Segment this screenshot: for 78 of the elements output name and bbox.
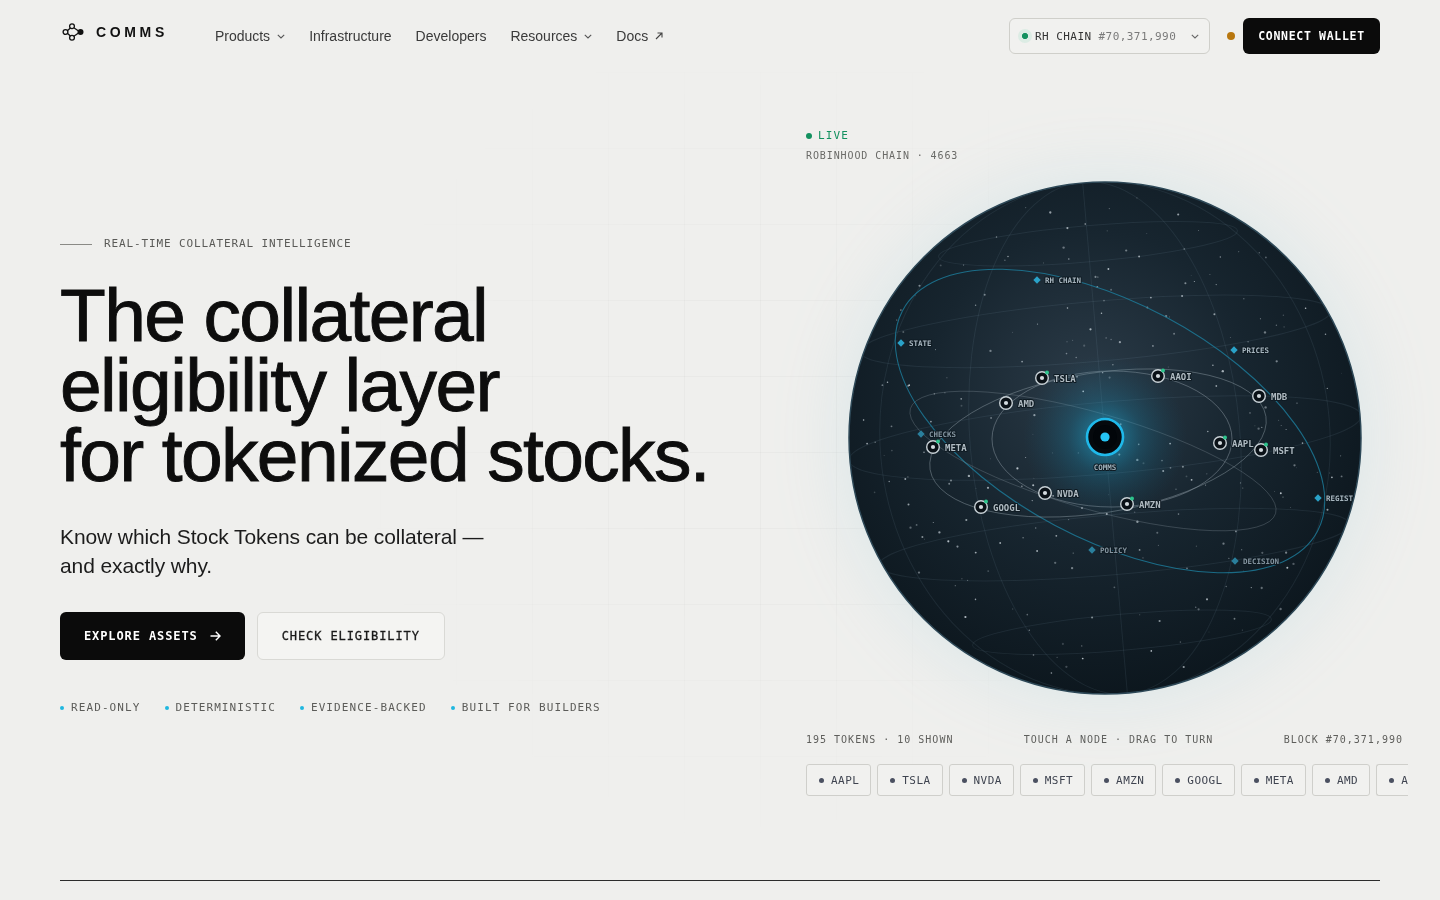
token-chip[interactable]: GOOGL [1162,764,1235,796]
feature-label: DETERMINISTIC [175,700,276,716]
nav-link[interactable]: Developers [415,27,487,45]
dot-icon [1104,777,1110,783]
nav-link[interactable]: Resources [510,27,593,45]
token-node[interactable]: META [926,439,967,454]
hero-heading: The collateral eligibility layer for tokenized stocks. [60,280,710,490]
token-count: 195 TOKENS · 10 SHOWN [806,734,954,746]
ring-icon [1151,369,1165,383]
status-label: LIVE [818,130,849,142]
feature-label: READ-ONLY [71,700,141,716]
ring-icon [1035,371,1049,385]
token-chip[interactable]: MSFT [1019,764,1086,796]
ring-icon [1038,486,1052,500]
ring-icon [1254,443,1268,457]
chevron-down-icon [277,33,286,39]
token-node[interactable]: NVDA [1038,486,1079,500]
dot-icon [1389,777,1395,783]
ring-icon [1120,497,1134,511]
feature-label: EVIDENCE-BACKED [310,700,427,716]
token-chip[interactable]: A [1376,764,1409,796]
diamond-icon [897,339,905,347]
diamond-icon [1230,346,1238,354]
secondary-button[interactable]: CHECK ELIGIBILITY [256,612,445,660]
token-node[interactable]: GOOGL [974,499,1021,514]
connect-wallet-button[interactable]: CONNECT WALLET [1243,18,1380,54]
hero-subtitle: Know which Stock Tokens can be collateral — and exactly why. [60,524,485,579]
token-chip[interactable]: META [1240,764,1306,796]
token-node[interactable]: TSLA [1035,370,1076,385]
dot-icon [890,777,896,783]
token-chip[interactable]: AMZN [1091,764,1157,796]
token-chip[interactable]: TSLA [877,764,943,796]
token-node[interactable]: MSFT [1254,442,1295,457]
dot-icon [1032,777,1038,783]
dot-icon [1253,777,1259,783]
token-chip[interactable]: AAPL [806,764,872,796]
bullet-dot-icon [299,706,304,710]
dot-icon [961,777,967,783]
token-node[interactable]: AAPL [1213,435,1254,450]
chain-selector[interactable]: RH CHAIN #70,371,990 [1009,18,1210,54]
diamond-icon [1314,494,1322,502]
diamond-icon [1033,276,1041,284]
arrow-up-right-icon [655,32,664,40]
ring-icon [1252,389,1266,403]
nav-link[interactable]: Docs [616,27,664,45]
diamond-icon [1231,557,1239,565]
logo-wordmark: COMMS [96,24,168,40]
ring-icon [926,440,940,454]
token-node[interactable]: AMD [999,396,1035,410]
logo-icon [62,23,84,41]
block-number: BLOCK #70,371,990 [1283,734,1403,746]
dot-icon [1324,777,1330,783]
bullet-dot-icon [164,706,169,710]
hub-ring-icon [1085,417,1125,457]
dot-icon [819,777,824,783]
eyebrow-label: REAL-TIME COLLATERAL INTELLIGENCE [104,236,352,252]
diamond-icon [917,430,925,438]
nav-link[interactable]: Products [214,27,286,45]
ring-icon [974,500,988,514]
token-chip[interactable]: NVDA [948,764,1014,796]
chevron-down-icon [584,33,593,39]
token-node[interactable]: AMZN [1120,496,1161,511]
token-chip[interactable]: AMD [1311,764,1371,796]
ring-icon [999,396,1013,410]
chain-caption: ROBINHOOD CHAIN · 4663 [806,150,960,162]
nav-link[interactable]: Infrastructure [309,27,392,45]
explore-button[interactable]: EXPLORE ASSETS [60,612,245,660]
chevron-down-icon [1191,33,1199,39]
bullet-dot-icon [450,706,455,710]
feature-label: BUILT FOR BUILDERS [461,700,601,716]
dot-icon [1175,777,1181,783]
bullet-dot-icon [60,706,64,710]
ring-icon [1213,436,1227,450]
arrow-right-icon [209,631,221,641]
diamond-icon [1088,546,1096,554]
token-node[interactable]: AAOI [1151,368,1192,383]
token-node[interactable]: MDB [1252,389,1288,403]
hint-text: TOUCH A NODE · DRAG TO TURN [1023,734,1214,746]
